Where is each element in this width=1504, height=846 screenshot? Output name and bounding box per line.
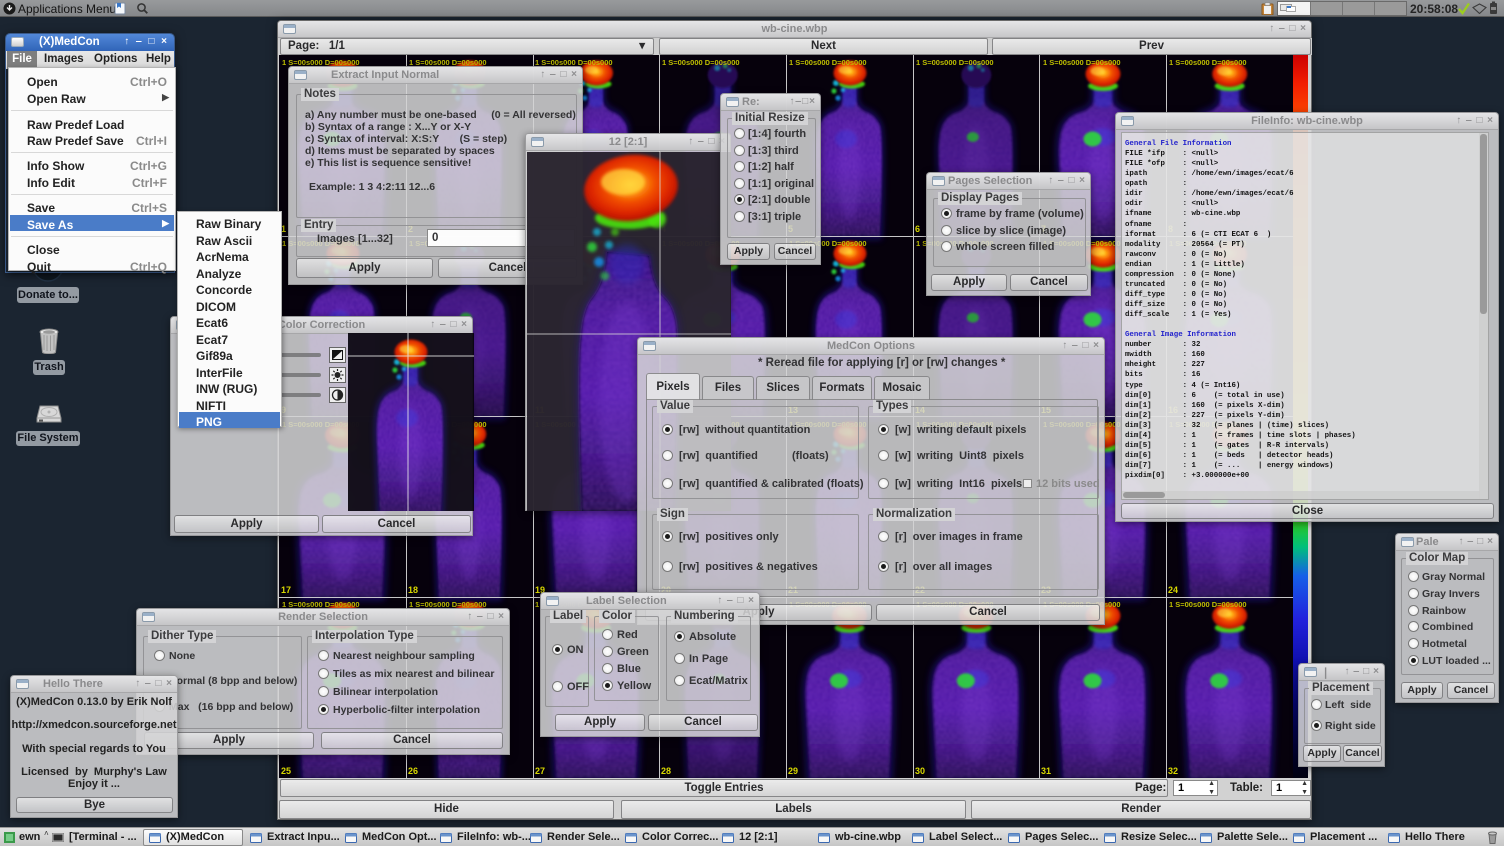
svg-text:27: 27 <box>535 766 545 776</box>
svg-text:29: 29 <box>788 766 798 776</box>
svg-text:24: 24 <box>1168 585 1178 595</box>
svg-text:32: 32 <box>1168 766 1178 776</box>
svg-text:1 S=00s000 D=00s000: 1 S=00s000 D=00s000 <box>916 58 994 67</box>
svg-text:28: 28 <box>661 766 671 776</box>
svg-text:1 S=00s000 D=00s000: 1 S=00s000 D=00s000 <box>1169 600 1247 609</box>
svg-text:30: 30 <box>915 766 925 776</box>
svg-text:1 S=00s000 D=00s000: 1 S=00s000 D=00s000 <box>789 58 867 67</box>
svg-text:1 S=00s000 D=00s000: 1 S=00s000 D=00s000 <box>1169 58 1247 67</box>
svg-text:1 S=00s000 D=00s000: 1 S=00s000 D=00s000 <box>662 58 740 67</box>
svg-text:31: 31 <box>1041 766 1051 776</box>
svg-text:18: 18 <box>408 585 418 595</box>
svg-text:17: 17 <box>281 585 291 595</box>
svg-text:25: 25 <box>281 766 291 776</box>
svg-text:6: 6 <box>915 224 920 234</box>
svg-text:1 S=00s000 D=00s000: 1 S=00s000 D=00s000 <box>1043 58 1121 67</box>
svg-text:26: 26 <box>408 766 418 776</box>
